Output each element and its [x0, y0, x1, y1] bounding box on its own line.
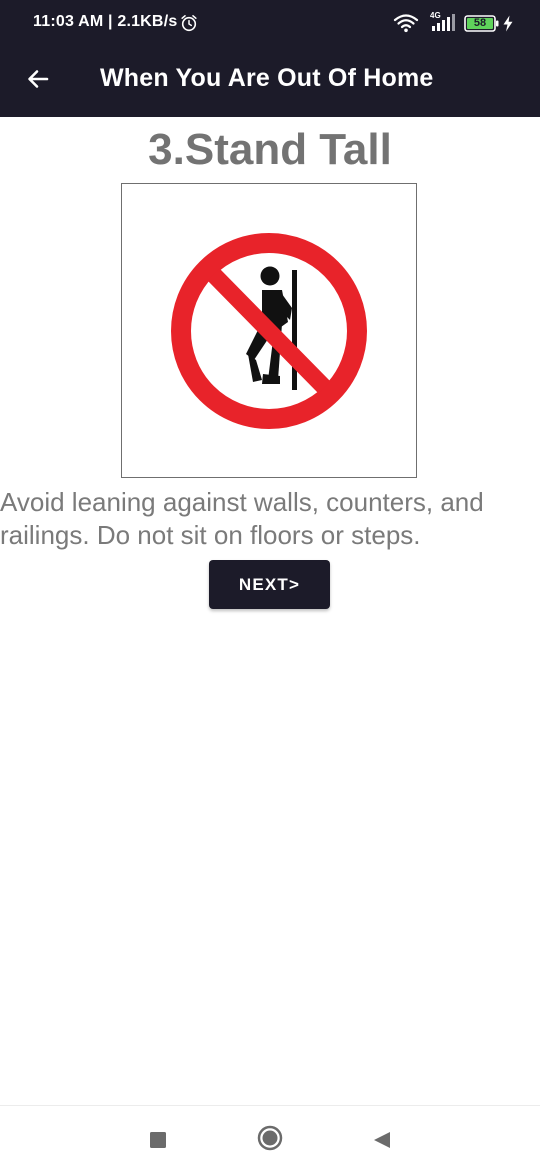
recent-apps-button[interactable] [140, 1122, 176, 1158]
navigation-bar [0, 1105, 540, 1171]
home-button[interactable] [252, 1120, 288, 1156]
signal-icon: 4G [430, 11, 455, 31]
home-icon [257, 1125, 283, 1151]
app-bar: When You Are Out Of Home [0, 42, 540, 117]
battery-level: 58 [473, 17, 487, 29]
app-bar-title: When You Are Out Of Home [100, 64, 434, 92]
system-back-button[interactable] [364, 1122, 400, 1158]
status-bar: 11:03 AM | 2.1KB/s 4G 58 [0, 0, 540, 42]
status-time: 11:03 AM | 2.1KB/s [33, 13, 178, 30]
page-title: 3.Stand Tall [148, 125, 392, 174]
wifi-icon [393, 14, 419, 33]
recent-apps-icon [150, 1132, 166, 1148]
charging-icon [503, 15, 513, 32]
no-leaning-sign-icon [171, 233, 367, 429]
next-button[interactable]: NEXT> [209, 560, 330, 609]
network-type-label: 4G [430, 11, 441, 20]
back-button[interactable] [16, 57, 60, 101]
back-icon [374, 1132, 390, 1148]
description-text: Avoid leaning against walls, counters, a… [0, 487, 484, 550]
alarm-icon [181, 15, 197, 32]
arrow-left-icon [28, 70, 49, 88]
sign-image-frame [121, 183, 417, 478]
